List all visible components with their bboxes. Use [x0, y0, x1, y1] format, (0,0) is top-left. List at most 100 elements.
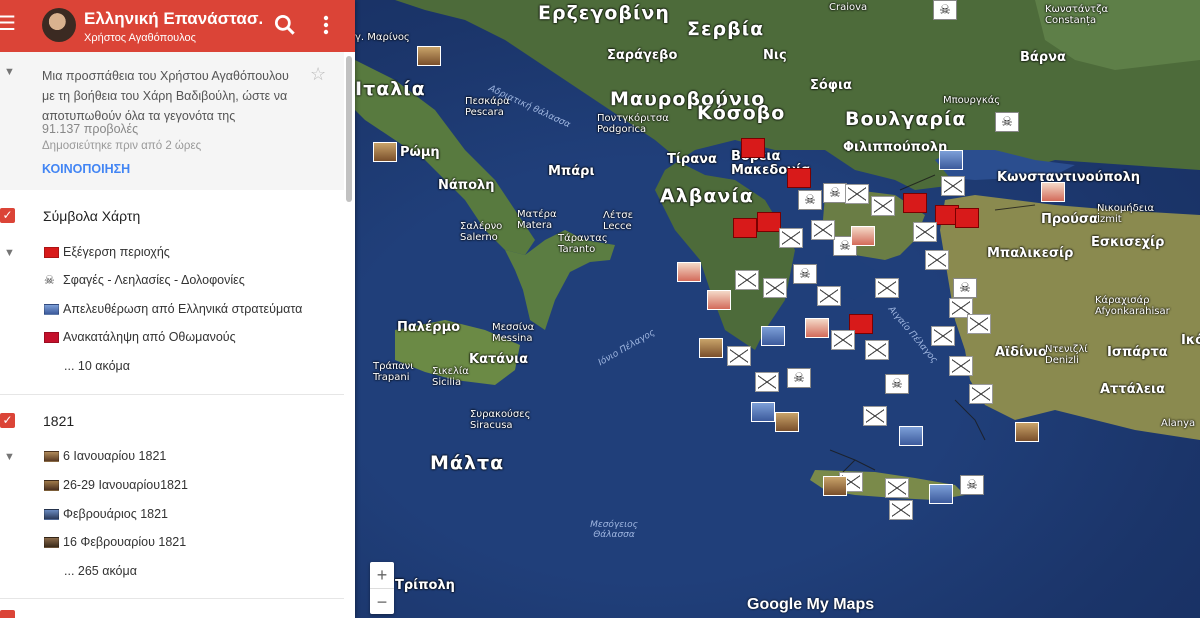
document-marker[interactable] — [805, 318, 829, 338]
legend-item[interactable]: Εξέγερση περιοχής — [44, 245, 170, 259]
zoom-in-button[interactable]: + — [370, 562, 394, 588]
city-label: Παλέρμο — [397, 320, 461, 335]
share-button[interactable]: ΚΟΙΝΟΠΟΙΗΣΗ — [42, 162, 130, 176]
avatar[interactable] — [42, 8, 76, 42]
document-marker[interactable] — [851, 226, 875, 246]
event-marker[interactable] — [931, 326, 955, 346]
city-label: Λέτσε Lecce — [603, 210, 634, 232]
layer-name: 1821 — [43, 413, 75, 429]
scrollbar[interactable] — [346, 56, 352, 202]
skull-marker[interactable]: ☠ — [960, 475, 984, 495]
legend-item[interactable]: 26-29 Ιανουαρίου1821 — [44, 478, 188, 492]
city-label: Μπάρι — [548, 164, 595, 179]
liberation-marker[interactable] — [939, 150, 963, 170]
city-label: Τράπανι Trapani — [373, 361, 414, 383]
event-marker[interactable] — [967, 314, 991, 334]
painting-marker[interactable] — [699, 338, 723, 358]
legend-item[interactable]: Φεβρουάριος 1821 — [44, 507, 168, 521]
event-marker[interactable] — [863, 406, 887, 426]
painting-icon — [44, 479, 59, 491]
event-marker[interactable] — [755, 372, 779, 392]
event-marker[interactable] — [941, 176, 965, 196]
map-canvas[interactable]: Ερζεγοβίνη Σερβία Ιταλία Μαυροβούνιο Κόσ… — [355, 0, 1200, 618]
document-marker[interactable] — [707, 290, 731, 310]
chevron-down-icon[interactable]: ▼ — [4, 66, 15, 78]
more-items-link[interactable]: ... 10 ακόμα — [64, 359, 130, 373]
event-marker[interactable] — [925, 250, 949, 270]
event-marker[interactable] — [889, 500, 913, 520]
city-label: Συρακούσες Siracusa — [470, 409, 531, 431]
event-marker[interactable] — [811, 220, 835, 240]
skull-marker[interactable]: ☠ — [885, 374, 909, 394]
event-marker[interactable] — [875, 278, 899, 298]
city-label: Προύσα — [1041, 212, 1098, 227]
legend-item[interactable]: Απελευθέρωση από Ελληνικά στρατεύματα — [44, 302, 302, 316]
event-marker[interactable] — [779, 228, 803, 248]
painting-marker[interactable] — [373, 142, 397, 162]
revolt-flag-marker[interactable] — [955, 208, 979, 228]
city-label: Κωνσταντινούπολη — [997, 170, 1141, 185]
skull-marker[interactable]: ☠ — [995, 112, 1019, 132]
ottoman-flag-icon — [44, 331, 59, 343]
zoom-out-button[interactable]: − — [370, 588, 394, 615]
event-marker[interactable] — [727, 346, 751, 366]
event-marker[interactable] — [865, 340, 889, 360]
city-label: Σικελία Sicilia — [432, 366, 469, 388]
revolt-flag-marker[interactable] — [757, 212, 781, 232]
event-marker[interactable] — [969, 384, 993, 404]
painting-marker[interactable] — [417, 46, 441, 66]
city-label: Νις — [763, 48, 787, 63]
chevron-down-icon[interactable]: ▼ — [4, 451, 15, 463]
skull-marker[interactable]: ☠ — [823, 183, 847, 203]
painting-icon — [44, 450, 59, 462]
painting-icon — [44, 536, 59, 548]
event-marker[interactable] — [871, 196, 895, 216]
painting-marker[interactable] — [823, 476, 847, 496]
event-marker[interactable] — [885, 478, 909, 498]
layer-checkbox[interactable]: ✓ — [0, 208, 15, 223]
city-label: Φιλιππούπολη — [843, 140, 948, 155]
liberation-marker[interactable] — [751, 402, 775, 422]
event-marker[interactable] — [913, 222, 937, 242]
document-marker[interactable] — [1041, 182, 1065, 202]
event-marker[interactable] — [949, 356, 973, 376]
revolt-flag-marker[interactable] — [741, 138, 765, 158]
skull-marker[interactable]: ☠ — [953, 278, 977, 298]
country-label: Ερζεγοβίνη — [538, 2, 670, 24]
painting-marker[interactable] — [1015, 422, 1039, 442]
skull-icon: ☠ — [44, 274, 59, 286]
event-marker[interactable] — [817, 286, 841, 306]
search-icon[interactable] — [272, 12, 298, 38]
liberation-marker[interactable] — [929, 484, 953, 504]
document-marker[interactable] — [677, 262, 701, 282]
event-marker[interactable] — [735, 270, 759, 290]
skull-marker[interactable]: ☠ — [787, 368, 811, 388]
city-label: γ. Μαρίνος — [355, 32, 410, 43]
liberation-marker[interactable] — [899, 426, 923, 446]
layer-checkbox[interactable]: ✓ — [0, 413, 15, 428]
country-label: Αλβανία — [660, 185, 754, 207]
revolt-flag-marker[interactable] — [787, 168, 811, 188]
menu-icon[interactable]: ☰ — [0, 14, 16, 34]
legend-item[interactable]: ☠ Σφαγές - Λεηλασίες - Δολοφονίες — [44, 273, 245, 287]
painting-marker[interactable] — [775, 412, 799, 432]
star-icon[interactable]: ☆ — [310, 64, 326, 85]
skull-marker[interactable]: ☠ — [793, 264, 817, 284]
chevron-down-icon[interactable]: ▼ — [4, 247, 15, 259]
more-items-link[interactable]: ... 265 ακόμα — [64, 564, 137, 578]
country-label: Σερβία — [687, 18, 765, 40]
legend-item[interactable]: Ανακατάληψη από Οθωμανούς — [44, 330, 236, 344]
layer-checkbox[interactable] — [0, 610, 15, 618]
city-label: Νάπολη — [438, 178, 495, 193]
event-marker[interactable] — [763, 278, 787, 298]
revolt-flag-marker[interactable] — [903, 193, 927, 213]
skull-marker[interactable]: ☠ — [798, 190, 822, 210]
event-marker[interactable] — [845, 184, 869, 204]
liberation-marker[interactable] — [761, 326, 785, 346]
legend-item[interactable]: 16 Φεβρουαρίου 1821 — [44, 535, 186, 549]
legend-item[interactable]: 6 Ιανουαρίου 1821 — [44, 449, 166, 463]
event-marker[interactable] — [831, 330, 855, 350]
revolt-flag-marker[interactable] — [733, 218, 757, 238]
skull-marker[interactable]: ☠ — [933, 0, 957, 20]
more-vert-icon[interactable] — [318, 12, 334, 38]
